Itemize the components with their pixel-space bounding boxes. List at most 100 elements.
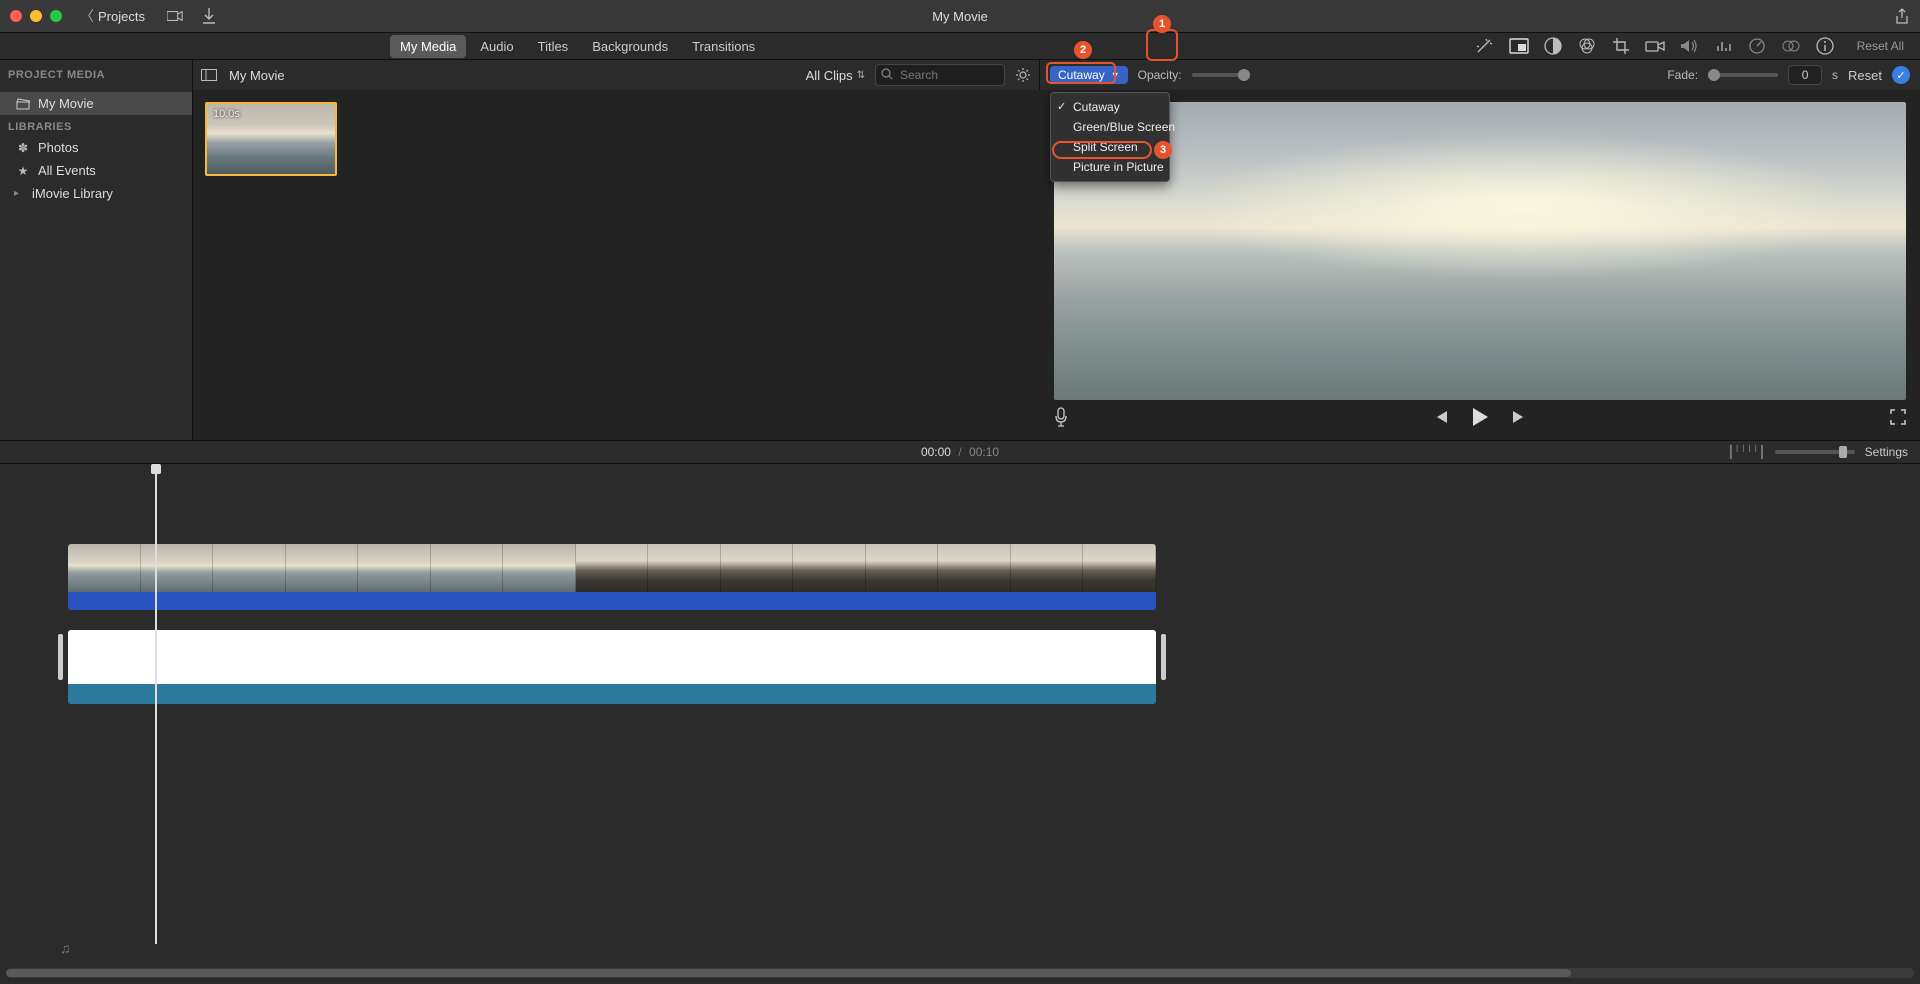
overlay-clip-audio-waveform[interactable] <box>68 592 1156 610</box>
music-lane-icon: ♫ <box>60 940 71 956</box>
updown-arrows-icon: ⇅ <box>857 70 865 81</box>
sidebar-item-all-events[interactable]: ★ All Events <box>0 159 192 182</box>
color-correction-icon[interactable] <box>1575 34 1599 58</box>
next-frame-button[interactable] <box>1511 410 1527 424</box>
browser-settings-gear-icon[interactable] <box>1015 67 1031 83</box>
sidebar-item-label: My Movie <box>38 96 94 111</box>
toggle-sidebar-icon[interactable] <box>201 69 219 81</box>
menu-item-cutaway[interactable]: Cutaway <box>1051 97 1169 117</box>
overlay-mode-menu: Cutaway Green/Blue Screen Split Screen P… <box>1050 92 1170 182</box>
tab-transitions[interactable]: Transitions <box>682 35 765 58</box>
sidebar-header: PROJECT MEDIA <box>0 60 193 90</box>
import-download-icon[interactable] <box>201 8 217 24</box>
browser-title: My Movie <box>229 68 285 83</box>
close-window-button[interactable] <box>10 10 22 22</box>
tab-my-media[interactable]: My Media <box>390 35 466 58</box>
total-time: 00:10 <box>969 445 999 459</box>
sidebar-item-my-movie[interactable]: My Movie <box>0 92 192 115</box>
video-overlay-settings-icon[interactable] <box>1507 34 1531 58</box>
main-content-row: My Movie LIBRARIES ✽ Photos ★ All Events… <box>0 90 1920 440</box>
zoom-slider-thumb[interactable] <box>1839 446 1847 458</box>
zoom-ticks-icon: ┃╵╵╵╵┃ <box>1727 445 1764 459</box>
menu-item-picture-in-picture[interactable]: Picture in Picture <box>1051 157 1169 177</box>
search-field-wrap <box>875 64 1005 86</box>
minimize-window-button[interactable] <box>30 10 42 22</box>
libraries-header: LIBRARIES <box>0 115 192 136</box>
crop-icon[interactable] <box>1609 34 1633 58</box>
project-media-label: PROJECT MEDIA <box>8 69 105 81</box>
overlay-clip-track[interactable] <box>68 544 1156 610</box>
playhead[interactable] <box>155 464 157 944</box>
timeline-header: 00:00 / 00:10 ┃╵╵╵╵┃ Settings <box>0 440 1920 464</box>
primary-clip-filmstrip <box>68 630 1156 684</box>
titlebar-tool-icons <box>167 8 217 24</box>
fade-label: Fade: <box>1667 68 1698 82</box>
disclosure-triangle-icon[interactable]: ▸ <box>14 188 22 199</box>
fade-value-input[interactable] <box>1788 65 1822 85</box>
current-time: 00:00 <box>921 445 951 459</box>
previous-frame-button[interactable] <box>1433 410 1449 424</box>
share-icon[interactable] <box>1894 8 1910 24</box>
overlay-mode-value: Cutaway <box>1058 68 1105 82</box>
reset-overlay-button[interactable]: Reset <box>1848 68 1882 83</box>
timeline-zoom-controls: ┃╵╵╵╵┃ Settings <box>1727 445 1908 459</box>
flower-icon: ✽ <box>16 141 30 155</box>
titlebar: 〈 Projects My Movie <box>0 0 1920 32</box>
tab-titles[interactable]: Titles <box>528 35 579 58</box>
opacity-slider[interactable] <box>1192 73 1250 77</box>
chevron-left-icon: 〈 <box>80 6 94 26</box>
fade-unit-label: s <box>1832 68 1838 82</box>
clip-trim-handle-left[interactable] <box>58 634 63 680</box>
menu-item-green-blue-screen[interactable]: Green/Blue Screen <box>1051 117 1169 137</box>
clip-filter-dropdown[interactable]: All Clips ⇅ <box>806 68 865 83</box>
media-import-layout-icon[interactable] <box>167 8 183 24</box>
overlay-mode-dropdown[interactable]: Cutaway ▼ Cutaway Green/Blue Screen Spli… <box>1050 66 1128 84</box>
primary-clip-audio-waveform[interactable] <box>68 684 1156 704</box>
overlay-clip-filmstrip <box>68 544 1156 592</box>
fullscreen-icon[interactable] <box>1890 409 1906 425</box>
zoom-window-button[interactable] <box>50 10 62 22</box>
menu-item-split-screen[interactable]: Split Screen <box>1051 137 1169 157</box>
info-icon[interactable] <box>1813 34 1837 58</box>
timeline-horizontal-scrollbar[interactable] <box>6 968 1914 978</box>
zoom-slider[interactable] <box>1775 450 1855 454</box>
noise-reduction-eq-icon[interactable] <box>1711 34 1735 58</box>
time-separator: / <box>958 445 961 459</box>
volume-icon[interactable] <box>1677 34 1701 58</box>
window-title: My Movie <box>932 9 988 24</box>
media-clip-thumbnail[interactable]: 10.0s <box>205 102 337 176</box>
timeline[interactable]: ♫ <box>0 464 1920 984</box>
timeline-settings-button[interactable]: Settings <box>1865 445 1908 459</box>
preview-viewer[interactable] <box>1054 102 1906 400</box>
reset-all-button[interactable]: Reset All <box>1857 39 1904 53</box>
tab-backgrounds[interactable]: Backgrounds <box>582 35 678 58</box>
fade-slider-thumb[interactable] <box>1708 69 1720 81</box>
back-to-projects-button[interactable]: 〈 Projects <box>80 6 145 26</box>
annotation-highlight-1 <box>1146 29 1178 61</box>
sidebar: My Movie LIBRARIES ✽ Photos ★ All Events… <box>0 90 193 440</box>
opacity-slider-thumb[interactable] <box>1238 69 1250 81</box>
color-balance-icon[interactable] <box>1541 34 1565 58</box>
play-button[interactable] <box>1471 407 1489 427</box>
fade-slider[interactable] <box>1708 73 1778 77</box>
enhance-magic-wand-icon[interactable] <box>1467 37 1501 55</box>
stabilization-camera-icon[interactable] <box>1643 34 1667 58</box>
inspector-icon-bar: Reset All <box>1507 34 1920 58</box>
clip-duration-label: 10.0s <box>213 108 240 120</box>
timeline-tracks <box>68 544 1156 704</box>
speed-icon[interactable] <box>1745 34 1769 58</box>
apply-checkmark-button[interactable]: ✓ <box>1892 66 1910 84</box>
voiceover-mic-icon[interactable] <box>1054 407 1068 427</box>
browser-header: My Movie All Clips ⇅ <box>193 60 1040 90</box>
sidebar-item-imovie-library[interactable]: ▸ iMovie Library <box>0 182 192 205</box>
projects-label: Projects <box>98 9 145 24</box>
primary-clip-track[interactable] <box>68 630 1156 704</box>
clip-trim-handle-right[interactable] <box>1161 634 1166 680</box>
clip-filter-audio-effects-icon[interactable] <box>1779 34 1803 58</box>
tab-audio[interactable]: Audio <box>470 35 523 58</box>
search-input[interactable] <box>875 64 1005 86</box>
sidebar-item-photos[interactable]: ✽ Photos <box>0 136 192 159</box>
scrollbar-thumb[interactable] <box>6 969 1571 977</box>
star-icon: ★ <box>16 164 30 178</box>
sidebar-item-label: Photos <box>38 140 78 155</box>
